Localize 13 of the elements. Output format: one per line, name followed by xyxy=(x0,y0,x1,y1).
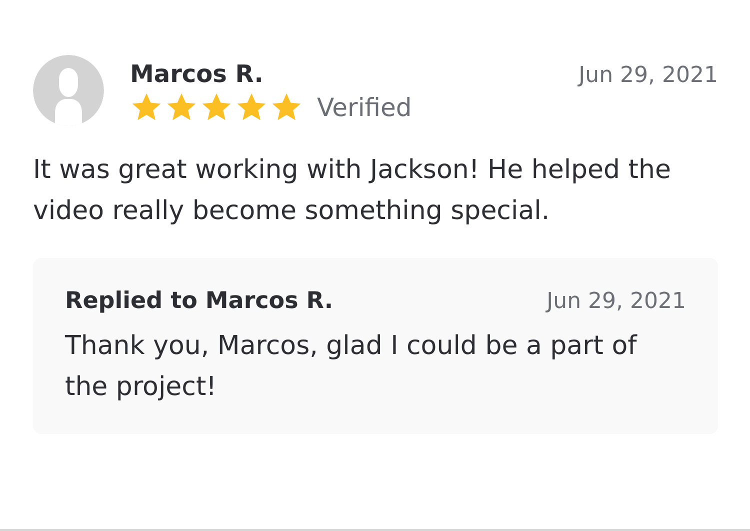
reviewer-name: Marcos R. xyxy=(130,60,264,88)
avatar-icon xyxy=(33,55,104,126)
reply-title: Replied to Marcos R. xyxy=(65,288,334,314)
star-icon xyxy=(200,92,233,123)
reply-text: Thank you, Marcos, glad I could be a part of the project! xyxy=(65,330,638,404)
reply-date: Jun 29, 2021 xyxy=(546,289,686,314)
verified-label: Verified xyxy=(317,93,412,122)
star-icon xyxy=(270,92,303,123)
star-icon xyxy=(130,92,163,123)
review-date: Jun 29, 2021 xyxy=(578,63,718,88)
review-text: It was great working with Jackson! He helped the video really become something special. xyxy=(33,154,672,228)
star-icon xyxy=(235,92,268,123)
star-icon xyxy=(165,92,198,123)
